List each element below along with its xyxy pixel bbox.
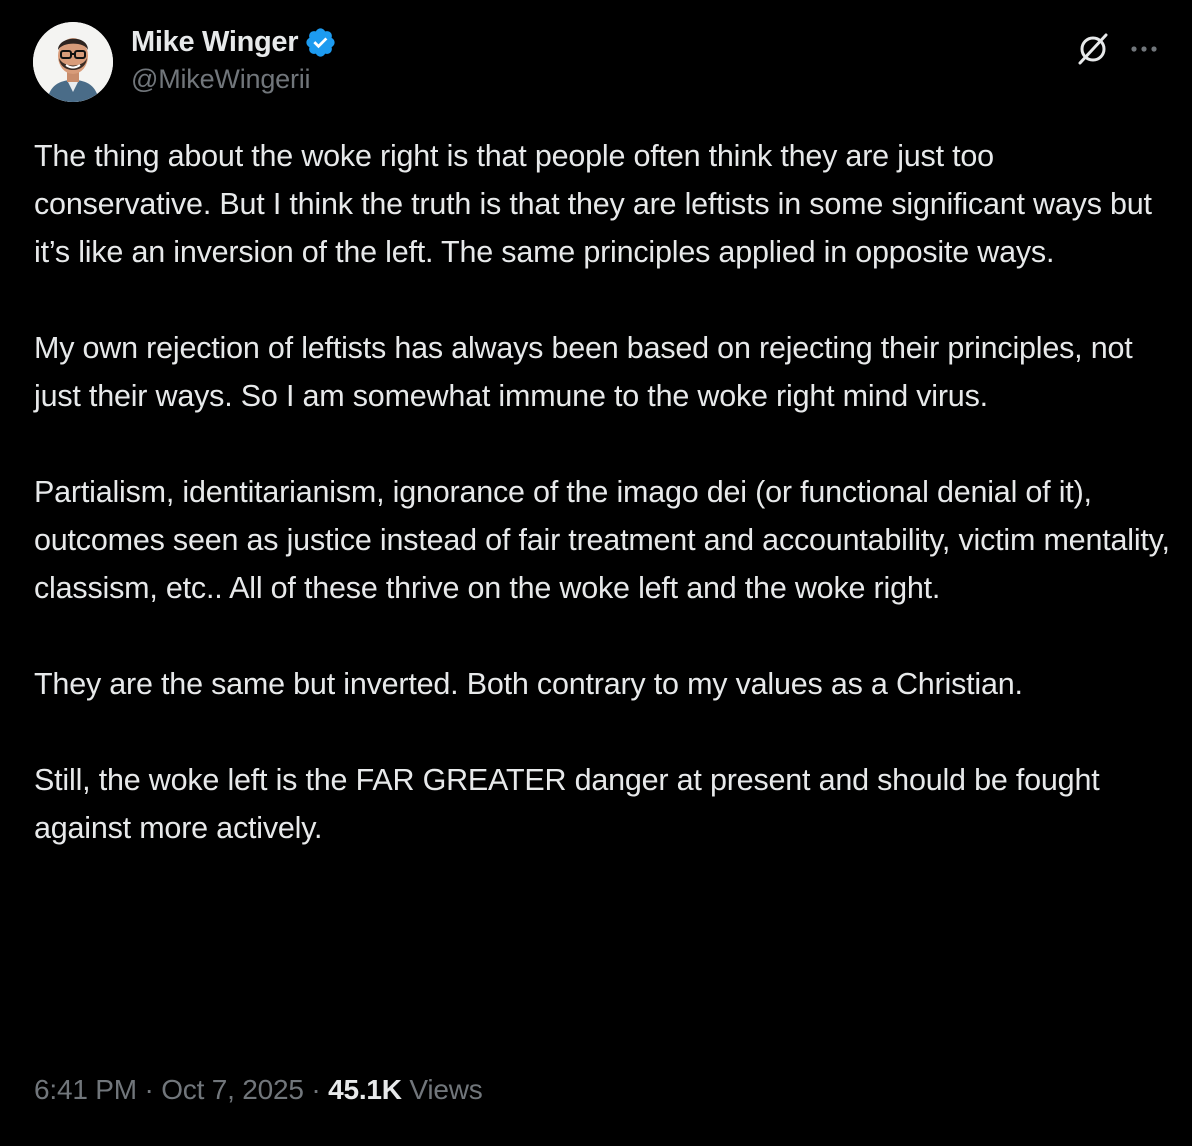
tweet-paragraph-3: Partialism, identitarianism, ignorance o… (34, 475, 1170, 605)
tweet-meta: 6:41 PM · Oct 7, 2025 · 45.1K Views (34, 1074, 483, 1106)
tweet-paragraph-5: Still, the woke left is the FAR GREATER … (34, 763, 1100, 845)
views-label: Views (409, 1074, 483, 1105)
author-info: Mike Winger @MikeWingerii (131, 22, 337, 95)
tweet-header: Mike Winger @MikeWingerii (33, 22, 1162, 104)
tweet-date[interactable]: Oct 7, 2025 (161, 1074, 304, 1105)
name-row: Mike Winger (131, 22, 337, 62)
grok-icon[interactable] (1074, 30, 1112, 68)
tweet-time[interactable]: 6:41 PM (34, 1074, 137, 1105)
profile-photo-icon (33, 22, 113, 102)
avatar[interactable] (33, 22, 113, 102)
author-handle[interactable]: @MikeWingerii (131, 64, 337, 95)
author-display-name[interactable]: Mike Winger (131, 26, 299, 59)
tweet-paragraph-4: They are the same but inverted. Both con… (34, 667, 1023, 701)
verified-badge-icon[interactable] (304, 26, 337, 59)
meta-separator: · (311, 1074, 321, 1105)
tweet-paragraph-2: My own rejection of leftists has always … (34, 331, 1133, 413)
tweet-paragraph-1: The thing about the woke right is that p… (34, 139, 1152, 269)
more-options-icon[interactable] (1126, 31, 1162, 67)
tweet-text: The thing about the woke right is that p… (34, 132, 1174, 852)
header-actions (1074, 30, 1162, 68)
tweet: Mike Winger @MikeWingerii The thing abou… (0, 0, 1192, 1146)
views-count[interactable]: 45.1K (328, 1074, 402, 1105)
meta-separator: · (144, 1074, 154, 1105)
